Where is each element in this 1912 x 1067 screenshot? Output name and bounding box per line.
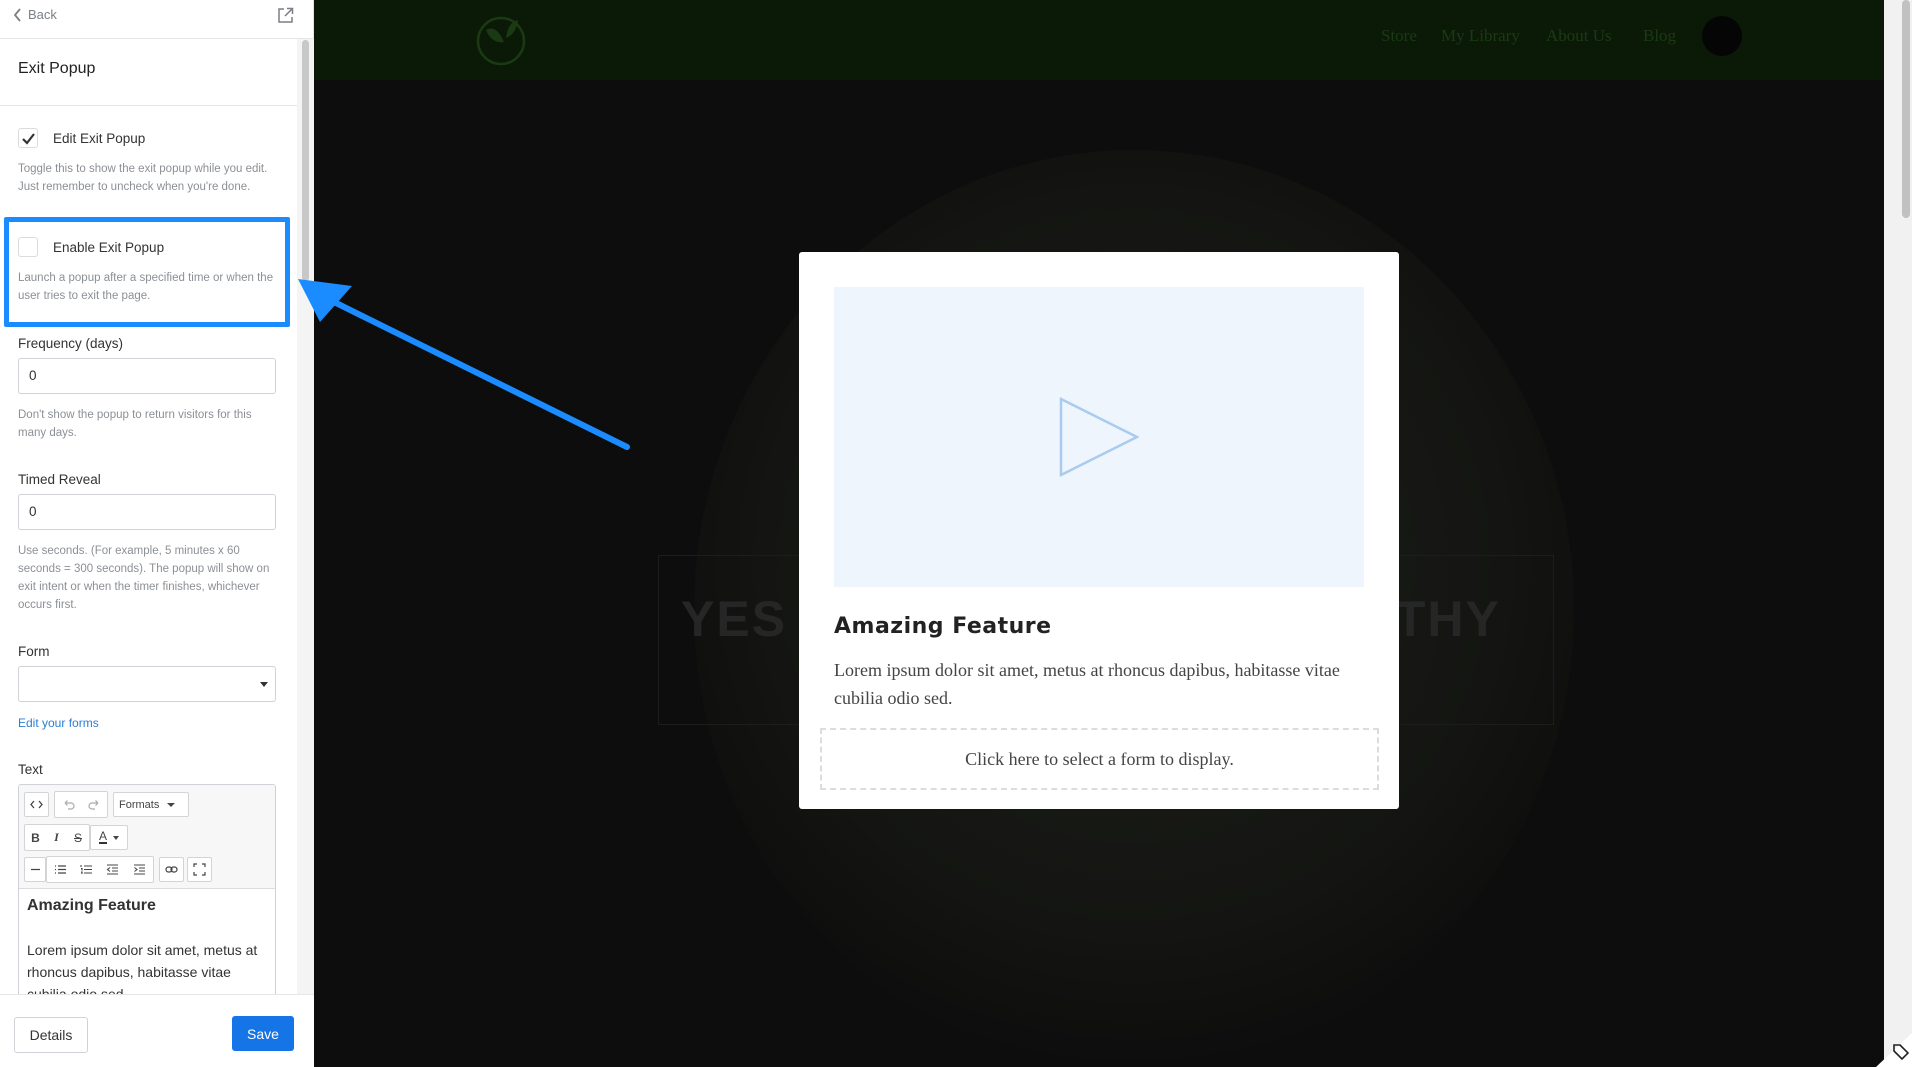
bullet-list-button[interactable] xyxy=(47,857,73,882)
divider xyxy=(0,105,297,106)
horizontal-rule-button[interactable] xyxy=(24,857,46,882)
form-select[interactable] xyxy=(18,666,276,702)
nav-my-library[interactable]: My Library xyxy=(1441,26,1520,46)
form-label: Form xyxy=(18,644,50,659)
fullscreen-icon xyxy=(193,863,206,876)
tag-icon[interactable] xyxy=(1856,1033,1912,1067)
video-placeholder[interactable] xyxy=(834,287,1364,587)
bold-button[interactable]: B xyxy=(25,825,46,850)
edit-exit-popup-help: Toggle this to show the exit popup while… xyxy=(18,163,268,193)
text-color-icon: A xyxy=(98,829,107,844)
fullscreen-button[interactable] xyxy=(187,857,212,882)
form-placeholder[interactable]: Click here to select a form to display. xyxy=(820,728,1379,790)
panel-scrollbar-thumb[interactable] xyxy=(302,40,309,281)
numbered-list-icon xyxy=(79,865,92,874)
redo-icon xyxy=(87,800,98,810)
indent-button[interactable] xyxy=(125,857,153,882)
modal-text: Lorem ipsum dolor sit amet, metus at rho… xyxy=(834,660,1340,708)
back-label: Back xyxy=(28,7,57,22)
frequency-label: Frequency (days) xyxy=(18,336,124,351)
text-label: Text xyxy=(18,762,43,777)
italic-button[interactable]: I xyxy=(46,825,67,850)
nav-about-us[interactable]: About Us xyxy=(1546,26,1612,46)
external-link-icon[interactable] xyxy=(277,7,294,24)
bold-icon: B xyxy=(31,830,40,845)
panel-topbar: Back xyxy=(0,0,314,39)
indent-icon xyxy=(133,864,145,875)
nav-store[interactable]: Store xyxy=(1381,26,1417,46)
undo-icon xyxy=(64,800,75,810)
enable-exit-popup-checkbox[interactable] xyxy=(18,237,38,257)
caret-down-icon xyxy=(113,835,119,840)
caret-down-icon xyxy=(260,682,268,687)
leaf-logo-icon[interactable] xyxy=(474,12,528,66)
play-icon xyxy=(1059,397,1139,477)
chevron-left-icon xyxy=(13,7,21,22)
edit-exit-popup-checkbox[interactable] xyxy=(18,128,38,148)
frequency-input[interactable]: 0 xyxy=(18,358,276,394)
back-button[interactable]: Back xyxy=(13,7,57,22)
caret-down-icon xyxy=(167,802,176,807)
timed-reveal-help: Use seconds. (For example, 5 minutes x 6… xyxy=(18,545,270,611)
frequency-help: Don't show the popup to return visitors … xyxy=(18,409,252,439)
panel-title: Exit Popup xyxy=(18,60,96,77)
numbered-list-button[interactable] xyxy=(73,857,99,882)
strikethrough-icon: S xyxy=(73,830,82,845)
rte-content[interactable]: Amazing Feature Lorem ipsum dolor sit am… xyxy=(27,897,267,1005)
edit-forms-link[interactable]: Edit your forms xyxy=(18,716,99,730)
modal-title: Amazing Feature xyxy=(834,614,1052,639)
source-code-button[interactable] xyxy=(24,792,49,817)
italic-icon: I xyxy=(54,830,59,844)
page-scrollbar-thumb[interactable] xyxy=(1902,0,1910,218)
details-button[interactable]: Details xyxy=(14,1017,88,1053)
exit-popup-modal: Amazing Feature Lorem ipsum dolor sit am… xyxy=(799,252,1399,809)
outdent-button[interactable] xyxy=(99,857,125,882)
link-button[interactable] xyxy=(159,857,184,882)
editor-panel: Back Exit Popup Edit Exit Popup Toggle t… xyxy=(0,0,314,1067)
formats-label: Formats xyxy=(119,798,160,811)
site-navbar: Store My Library About Us Blog xyxy=(314,0,1884,80)
text-color-button[interactable]: A xyxy=(90,825,128,850)
redo-button[interactable] xyxy=(81,792,107,817)
avatar[interactable] xyxy=(1702,16,1742,56)
rte-heading: Amazing Feature xyxy=(27,897,156,914)
timed-reveal-label: Timed Reveal xyxy=(18,472,101,487)
undo-button[interactable] xyxy=(55,792,81,817)
outdent-icon xyxy=(106,864,118,875)
timed-reveal-input[interactable]: 0 xyxy=(18,494,276,530)
edit-exit-popup-label: Edit Exit Popup xyxy=(53,131,146,146)
link-icon xyxy=(165,866,178,873)
checkmark-icon xyxy=(22,133,35,145)
panel-footer: Details Save xyxy=(0,994,314,1067)
code-icon xyxy=(30,800,43,809)
strikethrough-button[interactable]: S xyxy=(67,825,89,850)
enable-exit-popup-help: Launch a popup after a specified time or… xyxy=(18,272,274,302)
save-button[interactable]: Save xyxy=(232,1016,294,1051)
formats-dropdown[interactable]: Formats xyxy=(113,792,189,817)
rte-toolbar: Formats B I S A xyxy=(19,785,275,889)
enable-exit-popup-label: Enable Exit Popup xyxy=(53,240,165,255)
nav-blog[interactable]: Blog xyxy=(1643,26,1676,46)
horizontal-rule-icon xyxy=(30,868,40,871)
bullet-list-icon xyxy=(54,865,66,874)
